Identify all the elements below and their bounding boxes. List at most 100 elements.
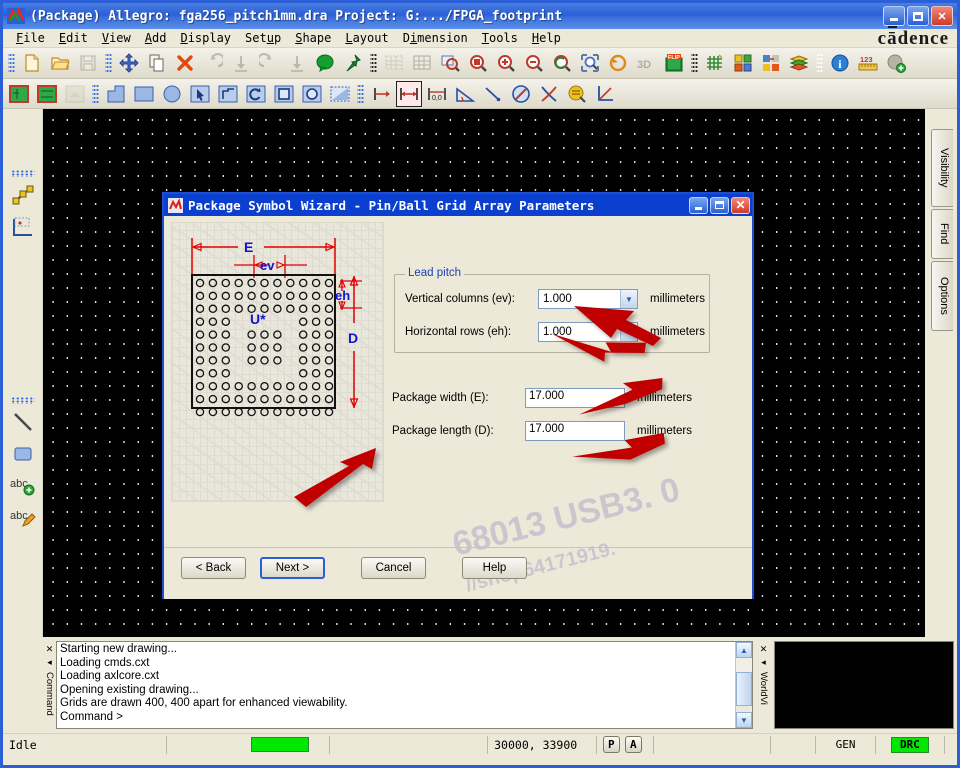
left-toolbar-grip-top[interactable] <box>10 170 35 177</box>
shape-gradient-icon[interactable] <box>327 81 353 107</box>
dialog-close-button[interactable]: ✕ <box>731 196 750 214</box>
world-view-panel[interactable] <box>774 641 954 729</box>
cut-plane-icon[interactable] <box>8 212 38 242</box>
menu-add[interactable]: Add <box>138 30 174 46</box>
tab-options[interactable]: Options <box>931 261 953 331</box>
edit-text-icon[interactable]: abc <box>8 503 38 533</box>
polygon-icon[interactable] <box>103 81 129 107</box>
circle-icon[interactable] <box>159 81 185 107</box>
dim-angular-icon[interactable] <box>452 81 478 107</box>
dim-datum-icon[interactable] <box>508 81 534 107</box>
menu-file[interactable]: File <box>9 30 52 46</box>
select-shape-icon[interactable] <box>187 81 213 107</box>
add-text-icon[interactable]: abc <box>8 471 38 501</box>
help-button[interactable]: Help <box>462 557 527 579</box>
add-icon[interactable] <box>883 50 909 76</box>
color-layers-icon[interactable] <box>730 50 756 76</box>
menu-view[interactable]: View <box>95 30 138 46</box>
status-drc[interactable]: DRC <box>874 735 944 754</box>
subclass-icon[interactable] <box>758 50 784 76</box>
window-maximize-button[interactable] <box>907 6 929 26</box>
worldview-collapse-icon[interactable]: ◂ <box>761 657 766 668</box>
scrollbar-thumb[interactable] <box>736 672 752 706</box>
toolbar-grip-view[interactable] <box>370 52 377 74</box>
shape-outline-icon[interactable] <box>215 81 241 107</box>
menu-dimension[interactable]: Dimension <box>396 30 475 46</box>
toolbar-grip-draw[interactable] <box>92 82 99 105</box>
shape-delete-icon[interactable] <box>62 81 88 107</box>
command-console[interactable]: Starting new drawing... Loading cmds.cxt… <box>56 641 753 729</box>
package-width[interactable]: 17.000 <box>525 388 625 408</box>
copy-icon[interactable] <box>144 50 170 76</box>
world-view-canvas[interactable] <box>775 642 953 728</box>
zoom-previous-icon[interactable] <box>549 50 575 76</box>
open-icon[interactable] <box>47 50 73 76</box>
next-button[interactable]: Next > <box>260 557 325 579</box>
app-mode-button[interactable]: A <box>624 736 642 753</box>
delete-icon[interactable] <box>172 50 198 76</box>
toolbar-grip-edit[interactable] <box>105 52 112 74</box>
dialog-maximize-button[interactable] <box>710 196 729 214</box>
chevron-down-icon[interactable]: ▼ <box>620 323 637 341</box>
menu-tools[interactable]: Tools <box>475 30 525 46</box>
back-button[interactable]: < Back <box>181 557 246 579</box>
zoom-selection-icon[interactable] <box>577 50 603 76</box>
menu-help[interactable]: Help <box>525 30 568 46</box>
zoom-in-icon[interactable] <box>493 50 519 76</box>
command-close-icon[interactable]: ✕ <box>46 644 54 655</box>
info-icon[interactable]: i <box>827 50 853 76</box>
window-minimize-button[interactable] <box>883 6 905 26</box>
dialog-minimize-button[interactable] <box>689 196 708 214</box>
rectangle-icon[interactable] <box>131 81 157 107</box>
pin-icon[interactable] <box>340 50 366 76</box>
measure-icon[interactable]: 123 <box>855 50 881 76</box>
redo-icon[interactable] <box>256 50 282 76</box>
grid-area-icon[interactable] <box>381 50 407 76</box>
shape-square-icon[interactable] <box>271 81 297 107</box>
left-toolbar-grip-bottom[interactable] <box>10 397 35 404</box>
undo-icon[interactable] <box>200 50 226 76</box>
vertex-icon[interactable] <box>8 180 38 210</box>
package-length[interactable]: 17.000 <box>525 421 625 441</box>
toolbar-grip-dim[interactable] <box>357 82 364 105</box>
redo-step-icon[interactable] <box>284 50 310 76</box>
toolbar-grip-misc[interactable] <box>816 52 823 74</box>
menu-layout[interactable]: Layout <box>338 30 395 46</box>
toolbar-grip-setup[interactable] <box>691 52 698 74</box>
shape-add-rect-icon[interactable] <box>6 81 32 107</box>
dim-linear-icon[interactable] <box>396 80 422 107</box>
menu-display[interactable]: Display <box>173 30 238 46</box>
horizontal-rows-pitch[interactable]: 1.000 ▼ <box>538 322 638 342</box>
grid-toggle-icon[interactable] <box>409 50 435 76</box>
chevron-down-icon[interactable]: ▼ <box>620 290 637 308</box>
worldview-close-icon[interactable]: ✕ <box>760 644 768 655</box>
window-close-button[interactable]: ✕ <box>931 6 953 26</box>
dim-edit-icon[interactable] <box>564 81 590 107</box>
refresh-icon[interactable] <box>605 50 631 76</box>
console-scrollbar[interactable]: ▲ ▼ <box>735 642 752 728</box>
rectangle-tool-icon[interactable] <box>8 439 38 469</box>
menu-setup[interactable]: Setup <box>238 30 288 46</box>
menu-shape[interactable]: Shape <box>288 30 338 46</box>
cancel-button[interactable]: Cancel <box>361 557 426 579</box>
line-icon[interactable] <box>8 407 38 437</box>
tab-find[interactable]: Find <box>931 209 953 259</box>
save-icon[interactable] <box>75 50 101 76</box>
dim-ordinate-icon[interactable]: 0,0 <box>424 81 450 107</box>
zoom-out-icon[interactable] <box>521 50 547 76</box>
shape-edit-icon[interactable] <box>34 81 60 107</box>
comment-icon[interactable] <box>312 50 338 76</box>
3d-view-icon[interactable]: 3D <box>633 50 659 76</box>
grid-settings-icon[interactable] <box>702 50 728 76</box>
toolbar-grip-file[interactable] <box>8 52 15 74</box>
pick-mode-button[interactable]: P <box>602 736 620 753</box>
shape-circle-icon[interactable] <box>299 81 325 107</box>
vertical-columns-pitch[interactable]: 1.000 ▼ <box>538 289 638 309</box>
shape-rotate-icon[interactable] <box>243 81 269 107</box>
scroll-up-icon[interactable]: ▲ <box>736 642 752 658</box>
zoom-fit-icon[interactable] <box>437 50 463 76</box>
scroll-down-icon[interactable]: ▼ <box>736 712 752 728</box>
design-canvas[interactable]: Package Symbol Wizard - Pin/Ball Grid Ar… <box>43 109 925 637</box>
menu-edit[interactable]: Edit <box>52 30 95 46</box>
dim-leader-icon[interactable] <box>480 81 506 107</box>
